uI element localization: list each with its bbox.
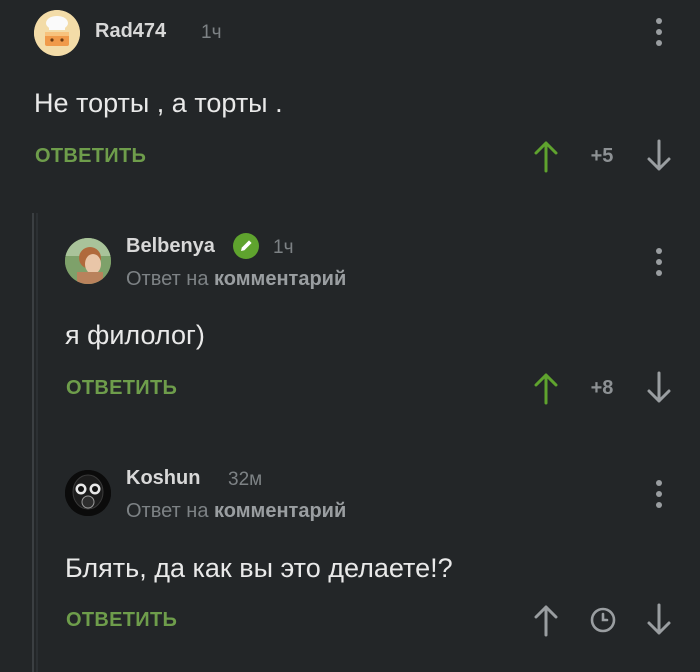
reply-to-prefix: Ответ на bbox=[126, 500, 209, 522]
reply-to-link[interactable]: Ответ на комментарий bbox=[126, 500, 346, 523]
clock-icon bbox=[590, 607, 616, 633]
username[interactable]: Koshun bbox=[126, 467, 200, 490]
thread-line bbox=[32, 213, 34, 672]
reply-button[interactable]: ОТВЕТИТЬ bbox=[66, 609, 177, 632]
downvote-arrow-icon[interactable] bbox=[646, 371, 672, 405]
upvote-arrow-icon[interactable] bbox=[533, 371, 559, 405]
more-options-icon[interactable] bbox=[653, 245, 665, 281]
comment-text: Не торты , а торты . bbox=[34, 88, 283, 118]
reply-to-target[interactable]: комментарий bbox=[214, 500, 346, 522]
timestamp: 1ч bbox=[201, 22, 222, 43]
downvote-arrow-icon[interactable] bbox=[646, 603, 672, 637]
avatar[interactable] bbox=[65, 238, 111, 284]
reply-to-link[interactable]: Ответ на комментарий bbox=[126, 268, 346, 291]
comment-text: Блять, да как вы это делаете!? bbox=[65, 553, 453, 583]
portrait-avatar-icon bbox=[65, 238, 111, 284]
reply-to-prefix: Ответ на bbox=[126, 268, 209, 290]
downvote-arrow-icon[interactable] bbox=[646, 139, 672, 173]
more-options-icon[interactable] bbox=[653, 15, 665, 51]
avatar[interactable] bbox=[34, 10, 80, 56]
upvote-arrow-icon[interactable] bbox=[533, 139, 559, 173]
comment-text: я филолог) bbox=[65, 320, 205, 350]
timestamp: 1ч bbox=[273, 237, 294, 258]
reply-button[interactable]: ОТВЕТИТЬ bbox=[66, 377, 177, 400]
username[interactable]: Belbenya bbox=[126, 235, 215, 258]
thread-line-nested bbox=[36, 213, 38, 672]
timestamp: 32м bbox=[228, 469, 263, 490]
reply-button[interactable]: ОТВЕТИТЬ bbox=[35, 145, 146, 168]
avatar[interactable] bbox=[65, 470, 111, 516]
chef-cake-avatar-icon bbox=[34, 10, 80, 56]
more-options-icon[interactable] bbox=[653, 477, 665, 513]
comment-score: +5 bbox=[590, 145, 614, 167]
comment-score: +8 bbox=[590, 377, 614, 399]
reply-to-target[interactable]: комментарий bbox=[214, 268, 346, 290]
upvote-arrow-icon[interactable] bbox=[533, 603, 559, 637]
gas-mask-avatar-icon bbox=[65, 470, 111, 516]
pencil-badge-icon bbox=[233, 233, 259, 259]
username[interactable]: Rad474 bbox=[95, 20, 166, 43]
